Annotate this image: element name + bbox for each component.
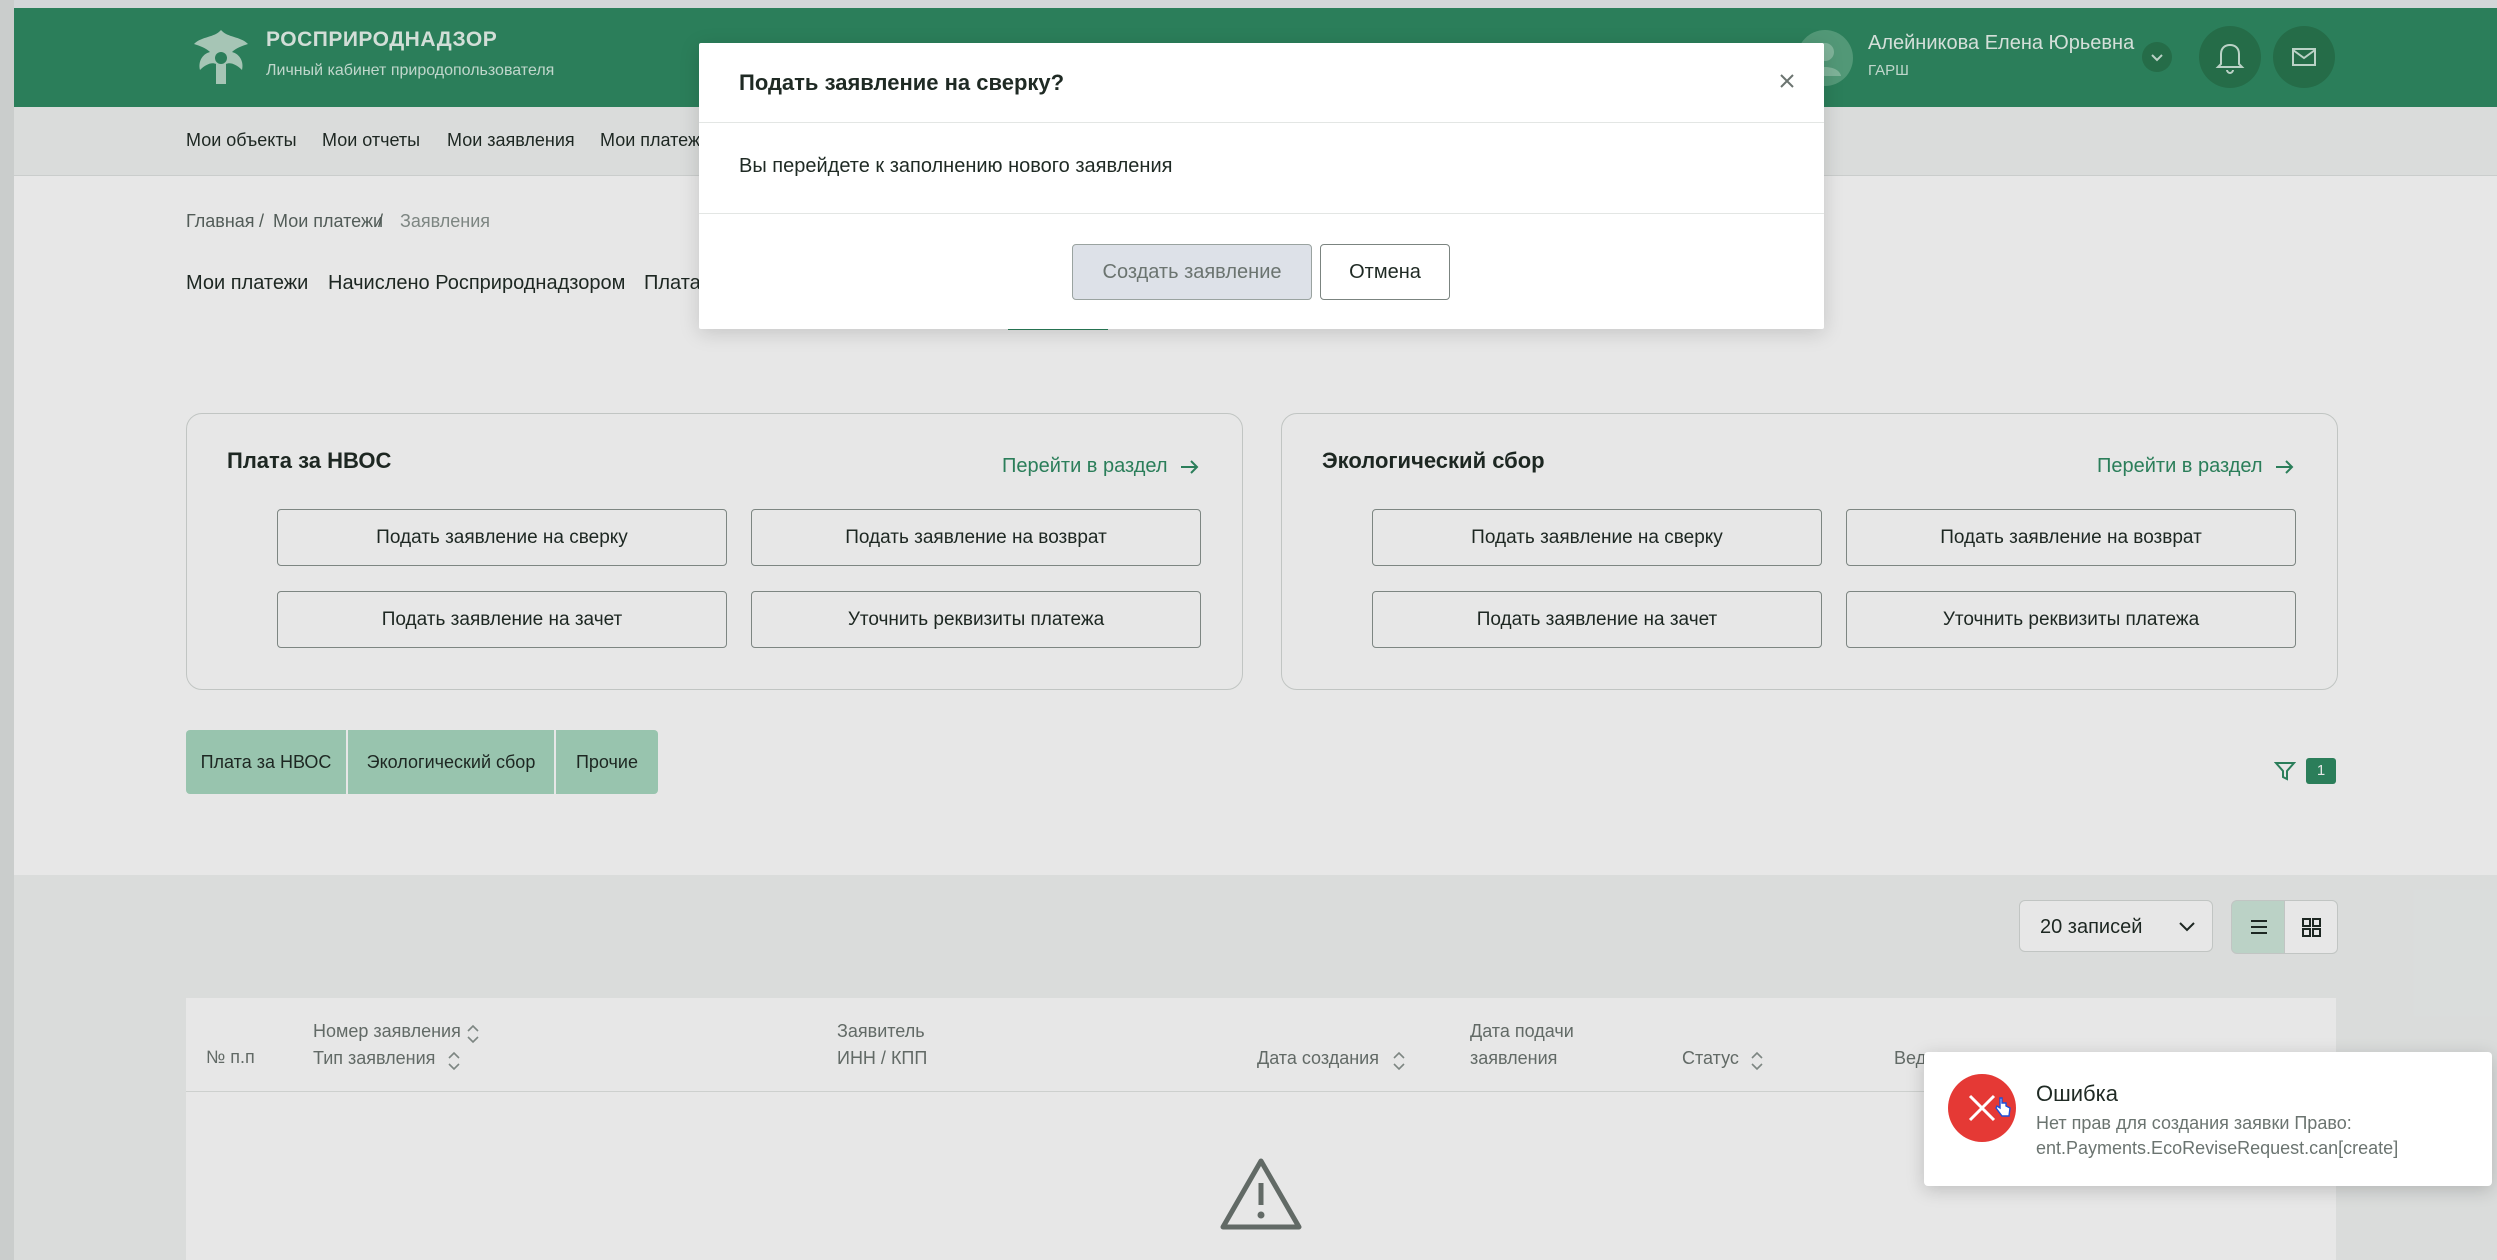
cancel-button[interactable]: Отмена — [1320, 244, 1450, 300]
modal-title: Подать заявление на сверку? — [739, 70, 1065, 95]
create-application-button[interactable]: Создать заявление — [1072, 244, 1312, 300]
toast-title: Ошибка — [2036, 1081, 2118, 1106]
close-icon[interactable] — [1774, 68, 1800, 94]
modal-divider — [699, 213, 1824, 214]
toast-message: Нет прав для создания заявки Право: ent.… — [2036, 1113, 2399, 1158]
modal-divider — [699, 122, 1824, 123]
hand-cursor-icon — [1995, 1097, 2011, 1117]
modal-body-text: Вы перейдете к заполнению нового заявлен… — [739, 155, 1173, 177]
